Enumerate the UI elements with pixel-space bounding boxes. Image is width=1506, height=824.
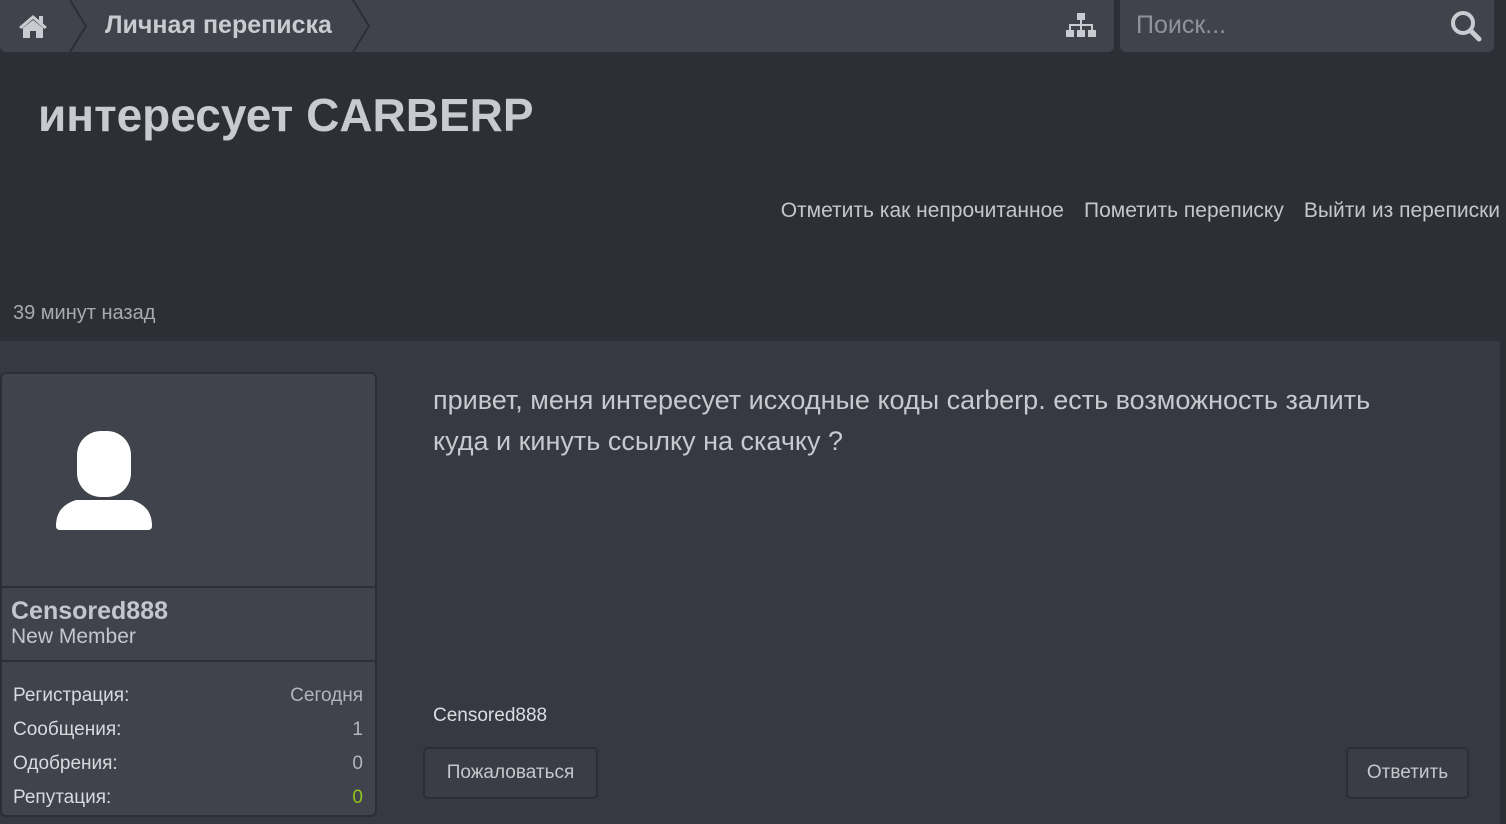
search-box <box>1120 0 1494 52</box>
page-title: интересует CARBERP <box>38 89 534 141</box>
breadcrumb: Личная переписка <box>0 0 1114 52</box>
mark-unread-link[interactable]: Отметить как непрочитанное <box>781 199 1064 223</box>
message-timestamp[interactable]: 39 минут назад <box>13 302 155 325</box>
user-identity: Censored888 New Member <box>2 586 375 662</box>
stat-label: Сообщения: <box>13 719 122 740</box>
stat-label: Регистрация: <box>13 685 130 706</box>
stat-label: Одобрения: <box>13 753 118 774</box>
stat-row-reputation: Репутация: 0 <box>13 781 363 815</box>
scrollbar-track[interactable] <box>1500 341 1506 824</box>
stat-row-registration: Регистрация: Сегодня <box>13 679 363 713</box>
top-navigation: Личная переписка <box>0 0 1506 54</box>
sitemap-button[interactable] <box>1062 8 1100 42</box>
username[interactable]: Censored888 <box>11 598 375 624</box>
search-icon <box>1451 11 1482 42</box>
breadcrumb-separator <box>352 0 371 52</box>
user-title: New Member <box>11 625 136 648</box>
leave-conversation-link[interactable]: Выйти из переписки <box>1304 199 1500 223</box>
conversation-actions: Отметить как непрочитанное Пометить пере… <box>781 199 1500 223</box>
reply-button[interactable]: Ответить <box>1346 747 1469 799</box>
search-button[interactable] <box>1446 6 1486 46</box>
avatar[interactable] <box>2 374 375 586</box>
report-button[interactable]: Пожаловаться <box>423 747 598 799</box>
stat-value: 0 <box>352 753 363 774</box>
stat-value: 1 <box>352 719 363 740</box>
user-stats: Регистрация: Сегодня Сообщения: 1 Одобре… <box>2 679 375 815</box>
stat-value: Сегодня <box>290 685 363 706</box>
stat-value: 0 <box>352 787 363 808</box>
breadcrumb-separator <box>69 0 88 52</box>
stat-row-reactions: Одобрения: 0 <box>13 747 363 781</box>
stat-label: Репутация: <box>13 787 112 808</box>
user-silhouette-icon <box>56 431 152 530</box>
user-card: Censored888 New Member Регистрация: Сего… <box>0 372 377 817</box>
home-icon <box>19 15 47 38</box>
home-button[interactable] <box>0 0 70 52</box>
stat-row-messages: Сообщения: 1 <box>13 713 363 747</box>
search-input[interactable] <box>1120 0 1440 50</box>
message-signature: Censored888 <box>433 705 548 726</box>
breadcrumb-item-private-messages[interactable]: Личная переписка <box>105 0 332 50</box>
star-conversation-link[interactable]: Пометить переписку <box>1084 199 1284 223</box>
sitemap-icon <box>1066 13 1096 37</box>
message-body: привет, меня интересует исходные коды ca… <box>433 385 1371 456</box>
message: Censored888 New Member Регистрация: Сего… <box>0 341 1500 824</box>
